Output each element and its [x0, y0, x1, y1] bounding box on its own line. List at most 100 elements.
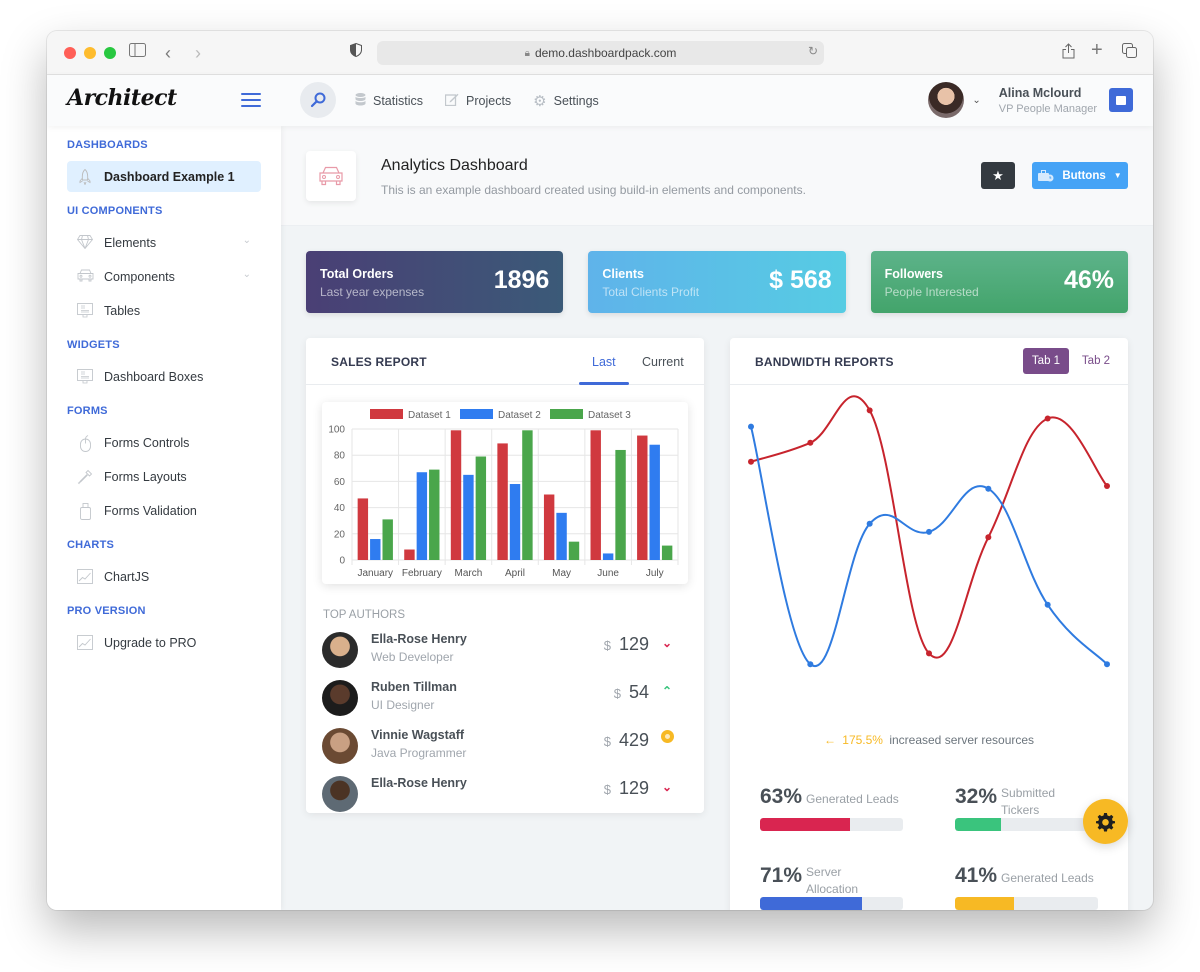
sidebar-item-chartjs[interactable]: ChartJS — [67, 561, 261, 592]
search-button[interactable] — [300, 82, 336, 118]
tab-last[interactable]: Last — [592, 355, 616, 369]
legend-swatch — [370, 409, 403, 419]
progress-value: 71% — [760, 864, 803, 887]
amount-value: 54 — [628, 682, 649, 702]
author-row[interactable]: Vinnie Wagstaff Java Programmer $429 — [322, 726, 677, 766]
bar[interactable] — [661, 545, 673, 560]
bar[interactable] — [450, 430, 462, 560]
legend-item[interactable]: Dataset 1 — [370, 409, 451, 421]
line-series-red — [750, 395, 1108, 659]
buttons-dropdown[interactable]: Buttons ▼ — [1032, 162, 1128, 189]
logo[interactable]: Architect — [67, 85, 177, 111]
sales-report-header: Sales Report Last Current — [306, 338, 704, 385]
sidebar-item-label: Components — [104, 269, 175, 284]
chevron-down-icon[interactable]: ⌄ — [972, 95, 980, 106]
new-tab-icon[interactable]: + — [1091, 40, 1103, 60]
sidebar-item-label: Elements — [104, 235, 157, 250]
calendar-button[interactable] — [1109, 88, 1133, 112]
sidebar-item-upgrade-to-pro[interactable]: Upgrade to PRO — [67, 627, 261, 658]
sidebar-toggle-icon[interactable] — [129, 43, 146, 63]
tab-1[interactable]: Tab 1 — [1023, 348, 1069, 374]
tabs-overview-icon[interactable] — [1122, 43, 1137, 64]
progress-value: 63% — [760, 785, 803, 808]
sidebar-item-elements[interactable]: Elements ⌄ — [67, 227, 261, 258]
shield-icon[interactable] — [350, 42, 362, 63]
tab-current[interactable]: Current — [642, 355, 684, 369]
sidebar-item-dashboard-boxes[interactable]: Dashboard Boxes — [67, 361, 261, 392]
data-point[interactable] — [1044, 415, 1051, 422]
bar[interactable] — [509, 484, 521, 560]
minimize-window-button[interactable] — [84, 46, 96, 59]
nav-statistics[interactable]: Statistics — [355, 92, 423, 109]
sidebar-item-dashboard-example-1[interactable]: Dashboard Example 1 — [67, 161, 261, 192]
y-tick-label: 40 — [334, 503, 346, 514]
bar[interactable] — [357, 498, 369, 560]
bar[interactable] — [382, 519, 393, 560]
bar[interactable] — [649, 444, 660, 560]
data-point[interactable] — [1044, 601, 1051, 608]
bar[interactable] — [429, 469, 440, 560]
data-point[interactable] — [926, 528, 932, 535]
data-point[interactable] — [985, 534, 992, 541]
favorite-button[interactable]: ★ — [981, 162, 1015, 189]
reload-icon[interactable]: ↻ — [808, 44, 818, 58]
author-row[interactable]: Ella-Rose Henry $129 ⌄ — [322, 774, 677, 813]
data-point[interactable] — [926, 650, 932, 657]
top-nav: Statistics Projects ⚙ Settings — [355, 75, 599, 126]
forward-icon[interactable]: › — [195, 43, 201, 63]
bar[interactable] — [475, 456, 487, 560]
data-point[interactable] — [866, 520, 873, 527]
data-point[interactable] — [807, 439, 814, 446]
legend-item[interactable]: Dataset 3 — [550, 409, 631, 421]
author-avatar — [322, 680, 358, 716]
data-point[interactable] — [1104, 483, 1110, 489]
sidebar-item-components[interactable]: Components ⌄ — [67, 261, 261, 292]
sidebar-item-tables[interactable]: Tables — [67, 295, 261, 326]
share-icon[interactable] — [1062, 43, 1075, 65]
data-point[interactable] — [748, 458, 754, 465]
author-row[interactable]: Ella-Rose Henry Web Developer $129 ⌄ — [322, 630, 677, 670]
author-row[interactable]: Ruben Tillman UI Designer $54 ⌃ — [322, 678, 677, 718]
progress-fill — [955, 897, 1014, 910]
bar[interactable] — [637, 435, 648, 560]
bar[interactable] — [590, 430, 601, 560]
tab-2[interactable]: Tab 2 — [1076, 348, 1116, 374]
bar[interactable] — [416, 472, 428, 560]
legend-item[interactable]: Dataset 2 — [460, 409, 541, 421]
author-job: Web Developer — [371, 650, 454, 664]
chevron-down-icon[interactable]: ⌄ — [243, 235, 251, 246]
sidebar-item-label: Dashboard Example 1 — [104, 169, 235, 184]
user-avatar[interactable] — [928, 82, 965, 118]
hamburger-menu-icon[interactable] — [241, 93, 261, 107]
page-title-bar: Analytics Dashboard This is an example d… — [281, 126, 1153, 226]
back-icon[interactable]: ‹ — [165, 43, 171, 63]
sidebar-item-forms-controls[interactable]: Forms Controls — [67, 427, 261, 458]
bar[interactable] — [497, 443, 508, 560]
bar[interactable] — [556, 512, 567, 560]
sidebar-item-forms-layouts[interactable]: Forms Layouts — [67, 461, 261, 492]
nav-settings[interactable]: ⚙ Settings — [533, 92, 599, 110]
data-point[interactable] — [985, 485, 992, 492]
close-window-button[interactable] — [64, 46, 76, 59]
maximize-window-button[interactable] — [104, 46, 116, 59]
bar[interactable] — [602, 553, 614, 560]
bar[interactable] — [522, 430, 533, 560]
buttons-label: Buttons — [1062, 169, 1106, 182]
user-menu[interactable]: ⌄ Alina Mclourd VP People Manager — [928, 82, 1133, 118]
sidebar-heading-ui-components: UI Components — [67, 205, 163, 217]
data-point[interactable] — [748, 423, 754, 430]
bar[interactable] — [568, 541, 580, 560]
bar[interactable] — [404, 549, 415, 560]
address-bar[interactable]: 🔒︎ demo.dashboardpack.com ↻ — [377, 41, 824, 65]
bar[interactable] — [615, 449, 626, 560]
chevron-down-icon[interactable]: ⌄ — [243, 269, 251, 280]
bar[interactable] — [370, 539, 381, 560]
theme-settings-button[interactable] — [1083, 799, 1128, 844]
bar[interactable] — [543, 494, 555, 561]
sidebar-item-forms-validation[interactable]: Forms Validation — [67, 495, 261, 526]
data-point[interactable] — [807, 661, 814, 668]
bar[interactable] — [463, 474, 474, 560]
data-point[interactable] — [1104, 661, 1110, 668]
data-point[interactable] — [866, 407, 873, 414]
nav-projects[interactable]: Projects — [444, 93, 511, 109]
